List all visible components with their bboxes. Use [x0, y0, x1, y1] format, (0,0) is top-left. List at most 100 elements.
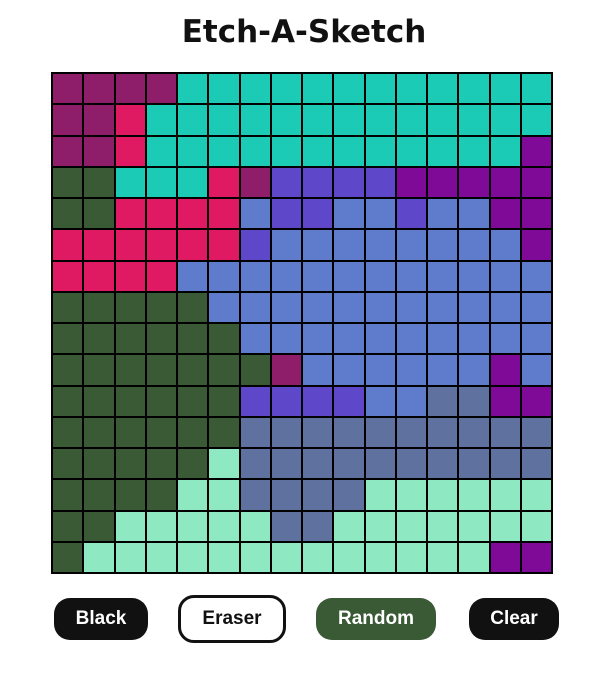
- grid-cell[interactable]: [333, 448, 365, 480]
- grid-cell[interactable]: [52, 135, 84, 167]
- grid-cell[interactable]: [395, 323, 427, 355]
- grid-cell[interactable]: [239, 385, 271, 417]
- grid-cell[interactable]: [458, 135, 490, 167]
- grid-cell[interactable]: [427, 385, 459, 417]
- grid-cell[interactable]: [458, 323, 490, 355]
- grid-cell[interactable]: [333, 260, 365, 292]
- grid-cell[interactable]: [177, 541, 209, 573]
- grid-cell[interactable]: [208, 541, 240, 573]
- grid-cell[interactable]: [458, 166, 490, 198]
- grid-cell[interactable]: [145, 229, 177, 261]
- grid-cell[interactable]: [52, 104, 84, 136]
- grid-cell[interactable]: [83, 73, 115, 105]
- grid-cell[interactable]: [114, 354, 146, 386]
- grid-cell[interactable]: [177, 166, 209, 198]
- grid-cell[interactable]: [302, 260, 334, 292]
- grid-cell[interactable]: [83, 354, 115, 386]
- grid-cell[interactable]: [458, 385, 490, 417]
- grid-cell[interactable]: [458, 73, 490, 105]
- grid-cell[interactable]: [52, 541, 84, 573]
- grid-cell[interactable]: [52, 354, 84, 386]
- grid-cell[interactable]: [83, 448, 115, 480]
- grid-cell[interactable]: [333, 291, 365, 323]
- grid-cell[interactable]: [239, 73, 271, 105]
- grid-cell[interactable]: [114, 104, 146, 136]
- grid-cell[interactable]: [145, 510, 177, 542]
- grid-cell[interactable]: [239, 448, 271, 480]
- grid-cell[interactable]: [239, 323, 271, 355]
- grid-cell[interactable]: [177, 198, 209, 230]
- grid-cell[interactable]: [270, 354, 302, 386]
- grid-cell[interactable]: [83, 135, 115, 167]
- grid-cell[interactable]: [489, 323, 521, 355]
- grid-cell[interactable]: [458, 198, 490, 230]
- grid-cell[interactable]: [177, 385, 209, 417]
- grid-cell[interactable]: [427, 104, 459, 136]
- grid-cell[interactable]: [333, 323, 365, 355]
- grid-cell[interactable]: [114, 448, 146, 480]
- grid-cell[interactable]: [270, 323, 302, 355]
- grid-cell[interactable]: [177, 510, 209, 542]
- grid-cell[interactable]: [489, 448, 521, 480]
- grid-cell[interactable]: [489, 479, 521, 511]
- grid-cell[interactable]: [208, 104, 240, 136]
- grid-cell[interactable]: [177, 416, 209, 448]
- grid-cell[interactable]: [333, 229, 365, 261]
- grid-cell[interactable]: [270, 448, 302, 480]
- eraser-button[interactable]: Eraser: [178, 595, 286, 643]
- grid-cell[interactable]: [145, 323, 177, 355]
- grid-cell[interactable]: [489, 260, 521, 292]
- grid-cell[interactable]: [489, 541, 521, 573]
- grid-cell[interactable]: [208, 448, 240, 480]
- grid-cell[interactable]: [145, 385, 177, 417]
- grid-cell[interactable]: [52, 198, 84, 230]
- grid-cell[interactable]: [302, 229, 334, 261]
- grid-cell[interactable]: [364, 479, 396, 511]
- grid-cell[interactable]: [208, 166, 240, 198]
- grid-cell[interactable]: [520, 166, 552, 198]
- grid-cell[interactable]: [83, 198, 115, 230]
- grid-cell[interactable]: [52, 510, 84, 542]
- grid-cell[interactable]: [333, 198, 365, 230]
- grid-cell[interactable]: [114, 510, 146, 542]
- grid-cell[interactable]: [239, 104, 271, 136]
- grid-cell[interactable]: [270, 135, 302, 167]
- grid-cell[interactable]: [364, 416, 396, 448]
- grid-cell[interactable]: [489, 166, 521, 198]
- grid-cell[interactable]: [114, 385, 146, 417]
- grid-cell[interactable]: [177, 73, 209, 105]
- grid-cell[interactable]: [145, 73, 177, 105]
- grid-cell[interactable]: [177, 229, 209, 261]
- grid-cell[interactable]: [83, 479, 115, 511]
- grid-cell[interactable]: [270, 166, 302, 198]
- grid-cell[interactable]: [364, 198, 396, 230]
- grid-cell[interactable]: [52, 323, 84, 355]
- grid-cell[interactable]: [302, 323, 334, 355]
- grid-cell[interactable]: [145, 166, 177, 198]
- grid-cell[interactable]: [177, 479, 209, 511]
- grid-cell[interactable]: [520, 229, 552, 261]
- grid-cell[interactable]: [458, 229, 490, 261]
- grid-cell[interactable]: [520, 354, 552, 386]
- grid-cell[interactable]: [364, 323, 396, 355]
- grid-cell[interactable]: [458, 354, 490, 386]
- clear-button[interactable]: Clear: [469, 598, 559, 640]
- grid-cell[interactable]: [208, 291, 240, 323]
- grid-cell[interactable]: [83, 166, 115, 198]
- grid-cell[interactable]: [114, 291, 146, 323]
- grid-cell[interactable]: [177, 323, 209, 355]
- grid-cell[interactable]: [395, 385, 427, 417]
- grid-cell[interactable]: [239, 479, 271, 511]
- grid-cell[interactable]: [52, 229, 84, 261]
- grid-cell[interactable]: [302, 541, 334, 573]
- grid-cell[interactable]: [427, 166, 459, 198]
- grid-cell[interactable]: [395, 510, 427, 542]
- grid-cell[interactable]: [270, 541, 302, 573]
- grid-cell[interactable]: [427, 291, 459, 323]
- grid-cell[interactable]: [83, 416, 115, 448]
- grid-cell[interactable]: [302, 510, 334, 542]
- grid-cell[interactable]: [395, 198, 427, 230]
- grid-cell[interactable]: [208, 229, 240, 261]
- grid-cell[interactable]: [364, 73, 396, 105]
- sketch-grid[interactable]: [51, 72, 553, 574]
